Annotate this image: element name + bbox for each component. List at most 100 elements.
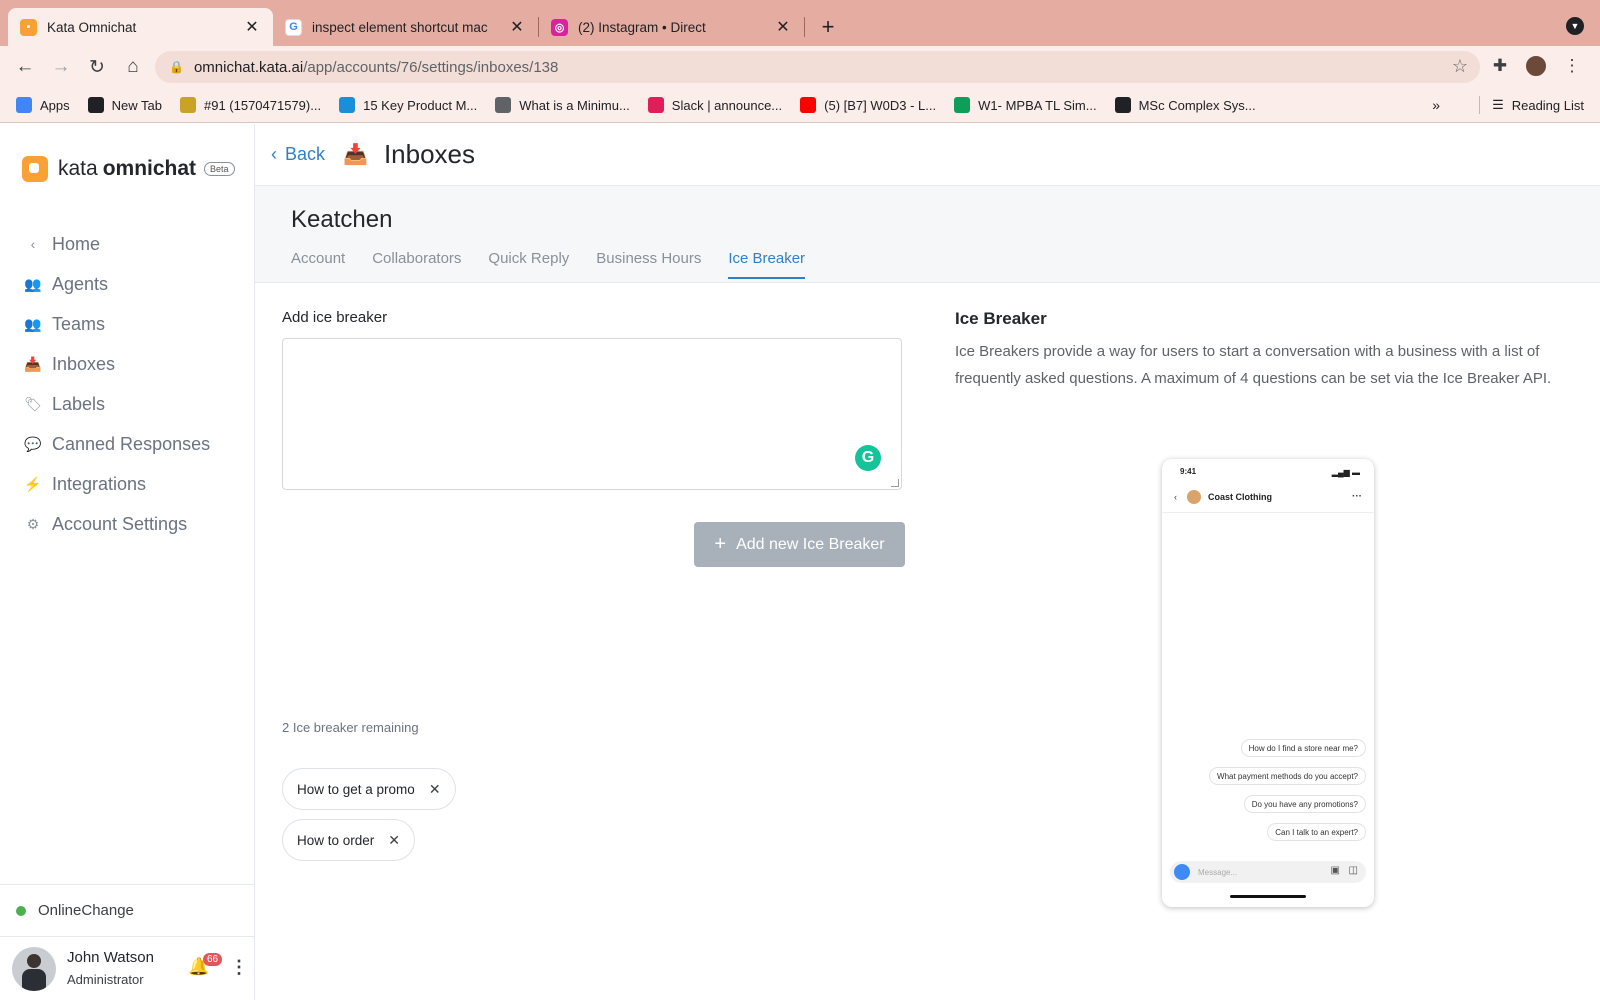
sidebar-item-inboxes[interactable]: 📥 Inboxes <box>24 344 244 384</box>
address-bar[interactable]: 🔒 omnichat.kata.ai/app/accounts/76/setti… <box>155 51 1480 83</box>
logo-kata-text: kata <box>58 157 98 180</box>
tab-ice-breaker[interactable]: Ice Breaker <box>728 250 806 279</box>
sidebar-item-label: Inboxes <box>52 353 116 374</box>
resize-handle-icon[interactable] <box>891 479 899 487</box>
sidebar-item-account-settings[interactable]: ⚙ Account Settings <box>24 504 244 544</box>
sidebar-item-teams[interactable]: 👥 Teams <box>24 304 244 344</box>
kata-logo-icon <box>22 156 48 182</box>
extensions-puzzle-icon[interactable]: ✚ <box>1486 52 1514 80</box>
bookmark-label: Apps <box>40 97 70 113</box>
label-icon: 🏷 <box>24 395 42 412</box>
new-tab-button[interactable]: + <box>811 8 845 46</box>
tab-collaborators[interactable]: Collaborators <box>372 250 461 279</box>
inbox-name: Keatchen <box>291 206 393 233</box>
remove-chip-icon[interactable]: ✕ <box>388 832 400 849</box>
kata-omnichat-logo[interactable]: kata omnichat Beta <box>22 156 235 182</box>
add-ice-breaker-label: Add ice breaker <box>282 309 388 326</box>
tab-quick-reply[interactable]: Quick Reply <box>488 250 569 279</box>
forward-arrow-icon[interactable]: → <box>44 50 78 84</box>
reading-list-icon: ☰ <box>1492 97 1504 112</box>
url-host: omnichat.kata.ai <box>193 58 304 76</box>
reading-list-button[interactable]: ☰ Reading List <box>1479 96 1584 114</box>
phone-sticker-icon: ◫ <box>1348 865 1358 876</box>
close-tab-icon[interactable]: ✕ <box>243 17 261 37</box>
phone-back-icon: ‹ <box>1174 491 1177 502</box>
back-button[interactable]: ‹ Back <box>271 144 325 165</box>
sheets-icon <box>954 97 971 113</box>
browser-toolbar: ← → ↻ ⌂ 🔒 omnichat.kata.ai/app/accounts/… <box>0 46 1600 88</box>
bookmark-item[interactable]: Slack | announce... <box>647 97 782 113</box>
bookmark-item[interactable]: MSc Complex Sys... <box>1114 97 1256 113</box>
sidebar-item-canned-responses[interactable]: 💬 Canned Responses <box>24 424 244 464</box>
sidebar-item-labels[interactable]: 🏷 Labels <box>24 384 244 424</box>
sidebar-item-label: Teams <box>52 313 106 334</box>
sidebar-item-integrations[interactable]: ⚡ Integrations <box>24 464 244 504</box>
status-label: Online <box>38 902 82 919</box>
settings-tabs: Account Collaborators Quick Reply Business … <box>291 250 832 279</box>
bookmark-item[interactable]: New Tab <box>87 97 162 113</box>
user-name: John Watson <box>67 949 154 966</box>
tab-account[interactable]: Account <box>291 250 345 279</box>
remove-chip-icon[interactable]: ✕ <box>429 781 441 798</box>
bookmark-item[interactable]: What is a Minimu... <box>495 97 630 113</box>
close-tab-icon[interactable]: ✕ <box>508 17 526 37</box>
phone-chat-header: ‹ Coast Clothing ··· <box>1162 481 1374 513</box>
add-new-ice-breaker-button[interactable]: + Add new Ice Breaker <box>694 522 905 567</box>
reading-list-label: Reading List <box>1511 97 1584 113</box>
profile-avatar[interactable] <box>1524 54 1548 78</box>
tab-title: (2) Instagram • Direct <box>578 19 706 35</box>
reload-icon[interactable]: ↻ <box>80 50 114 84</box>
google-favicon-icon: G <box>285 18 302 36</box>
bookmark-label: What is a Minimu... <box>519 97 630 113</box>
phone-gallery-icon: ▣ <box>1330 865 1340 876</box>
browser-menu-kebab-icon[interactable]: ⋮ <box>1558 52 1586 80</box>
change-status-link[interactable]: Change <box>81 902 134 919</box>
chip-label: How to get a promo <box>297 781 415 797</box>
info-description: Ice Breakers provide a way for users to … <box>955 343 1552 387</box>
ice-breaker-remaining-text: 2 Ice breaker remaining <box>282 720 419 735</box>
phone-question: How do I find a store near me? <box>1240 739 1366 757</box>
instagram-favicon-icon: ◎ <box>551 18 568 36</box>
sidebar-item-home[interactable]: ‹ Home <box>24 224 244 264</box>
apps-grid-icon <box>16 97 32 113</box>
bookmark-item[interactable]: Apps <box>16 97 70 113</box>
back-label: Back <box>285 144 326 164</box>
bookmark-separator <box>1479 96 1481 114</box>
browser-tab-instagram[interactable]: ◎ (2) Instagram • Direct ✕ <box>539 8 804 46</box>
youtube-icon <box>800 97 817 113</box>
bookmark-label: New Tab <box>111 97 162 113</box>
tab-business-hours[interactable]: Business Hours <box>596 250 701 279</box>
page-title: Inboxes <box>383 139 476 169</box>
back-arrow-icon[interactable]: ← <box>8 50 42 84</box>
tab-title: Kata Omnichat <box>47 19 137 35</box>
notification-count-badge: 66 <box>203 953 223 966</box>
sidebar-item-label: Agents <box>52 273 109 294</box>
bookmark-star-icon[interactable]: ☆ <box>1452 56 1468 77</box>
chip-label: How to order <box>297 832 375 848</box>
tab-search-icon[interactable]: ▼ <box>1566 17 1584 35</box>
bookmark-item[interactable]: #91 (1570471579)... <box>179 97 321 113</box>
phone-camera-icon <box>1174 864 1190 880</box>
phone-question: Can I talk to an expert? <box>1267 823 1366 841</box>
browser-tab-kata[interactable]: ▪ Kata Omnichat ✕ <box>8 8 273 46</box>
canned-responses-icon: 💬 <box>24 435 42 452</box>
bookmark-icon <box>339 97 356 113</box>
integrations-icon: ⚡ <box>24 475 42 492</box>
phone-home-indicator <box>1230 895 1306 898</box>
bookmark-item[interactable]: (5) [B7] W0D3 - L... <box>800 97 936 113</box>
ice-breaker-chip: How to order ✕ <box>282 819 416 861</box>
user-menu-kebab-icon[interactable]: ⋮ <box>230 957 248 978</box>
more-bookmarks-button[interactable]: » <box>1432 97 1440 113</box>
sidebar-item-label: Home <box>52 233 101 254</box>
bookmark-item[interactable]: 15 Key Product M... <box>339 97 477 113</box>
ice-breaker-textarea[interactable]: G <box>282 338 902 490</box>
user-role: Administrator <box>67 972 144 987</box>
bookmark-item[interactable]: W1- MPBA TL Sim... <box>954 97 1097 113</box>
browser-tab-google[interactable]: G inspect element shortcut mac ✕ <box>273 8 538 46</box>
home-icon[interactable]: ⌂ <box>116 50 150 84</box>
close-tab-icon[interactable]: ✕ <box>774 17 792 37</box>
grammarly-icon[interactable]: G <box>855 445 881 471</box>
page-header: ‹ Back 📥 Inboxes <box>255 124 1600 186</box>
avatar[interactable] <box>12 947 56 991</box>
sidebar-item-agents[interactable]: 👥 Agents <box>24 264 244 304</box>
